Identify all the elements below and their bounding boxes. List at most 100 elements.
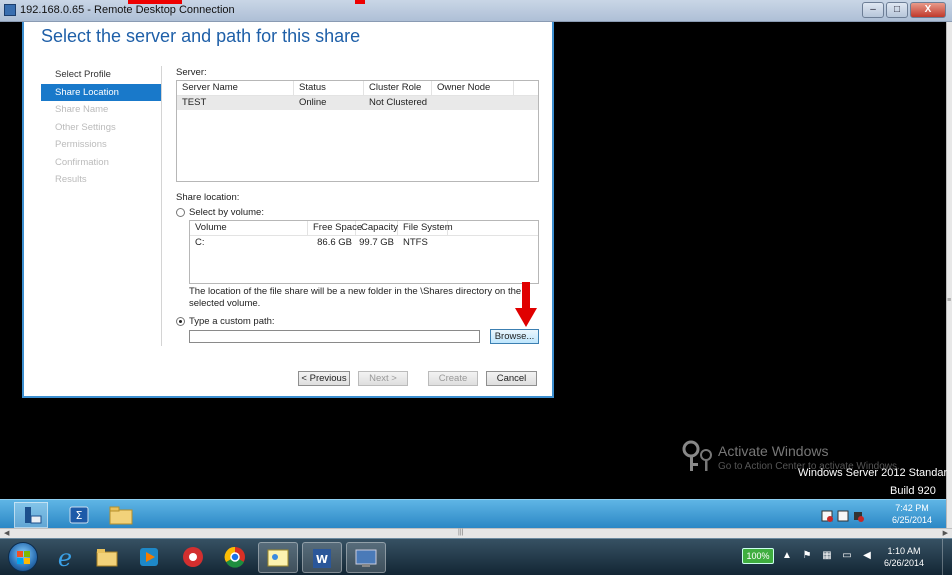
rdp-title-bar[interactable]: 192.168.0.65 - Remote Desktop Connection… (0, 0, 952, 22)
flag-icon[interactable]: ⚑ (800, 549, 814, 563)
remote-taskbar: Σ 7:42 PM 6/25/2014 (0, 499, 946, 529)
volume-note: The location of the file share will be a… (189, 286, 522, 309)
chrome-icon (224, 546, 245, 568)
tray-icons (821, 510, 864, 522)
table-row[interactable]: C: 86.6 GB 99.7 GB NTFS (190, 236, 538, 250)
nav-item-other-settings: Other Settings (55, 121, 116, 133)
remote-time: 7:42 PM (895, 503, 929, 513)
chrome-taskbar-button[interactable] (216, 542, 254, 573)
cell-file-system: NTFS (403, 237, 428, 248)
local-clock[interactable]: 1:10 AM 6/26/2014 (884, 545, 924, 569)
svg-text:W: W (316, 553, 328, 566)
scroll-left-icon[interactable]: ◀ (4, 529, 9, 537)
nav-item-share-location[interactable]: Share Location (41, 83, 162, 101)
remote-clock[interactable]: 7:42 PM 6/25/2014 (892, 502, 932, 526)
activation-watermark: Activate Windows Go to Action Center to … (680, 437, 950, 507)
activate-title: Activate Windows (718, 443, 829, 459)
column-header[interactable]: Volume (190, 221, 308, 235)
media-center-taskbar-button[interactable] (174, 542, 212, 573)
os-build: Build 920 (890, 485, 936, 497)
ie-taskbar-button[interactable]: e (46, 542, 84, 573)
show-desktop-button[interactable] (942, 539, 952, 575)
cell-owner-node (432, 96, 514, 110)
red-highlight-mark (128, 0, 182, 4)
column-header[interactable]: Cluster Role (364, 81, 432, 95)
column-header[interactable]: Owner Node (432, 81, 514, 95)
browse-button[interactable]: Browse... (490, 329, 539, 344)
local-tray: ▲ ⚑ ▦ ▭ ◀ (780, 549, 880, 563)
custom-path-label[interactable]: Type a custom path: (189, 316, 275, 327)
remote-date: 6/25/2014 (891, 515, 932, 525)
table-row[interactable]: TEST Online Not Clustered (177, 96, 538, 110)
paint-taskbar-button[interactable] (258, 542, 298, 573)
remote-desktop-icon (355, 549, 377, 567)
local-date: 6/26/2014 (884, 558, 925, 568)
next-button[interactable]: Next > (358, 371, 408, 386)
media-player-taskbar-button[interactable] (130, 542, 168, 573)
nav-item-permissions: Permissions (55, 139, 107, 150)
horizontal-scrollbar[interactable]: ◀ ||| ▶ (0, 528, 952, 538)
powershell-taskbar-button[interactable]: Σ (62, 502, 96, 528)
volume-icon[interactable]: ◀ (860, 549, 874, 563)
create-button[interactable]: Create (428, 371, 478, 386)
svg-text:Σ: Σ (76, 509, 83, 522)
rdp-window-title: 192.168.0.65 - Remote Desktop Connection (20, 4, 235, 16)
display-icon[interactable]: ▭ (840, 549, 854, 563)
server-table: Server Name Status Cluster Role Owner No… (176, 80, 539, 182)
record-icon (183, 547, 203, 567)
network-icon[interactable]: ▦ (820, 549, 834, 563)
cancel-button[interactable]: Cancel (486, 371, 537, 386)
scroll-grip-icon: ||| (458, 529, 464, 536)
new-share-wizard: Select the server and path for this shar… (22, 22, 554, 398)
cell-status: Online (299, 97, 327, 108)
column-header[interactable]: File System (398, 221, 453, 235)
paint-icon (267, 549, 289, 567)
column-header[interactable]: Status (294, 81, 364, 95)
word-taskbar-button[interactable]: W (302, 542, 342, 573)
folder-icon (96, 549, 118, 567)
rdp-app-icon (4, 4, 16, 16)
column-header[interactable]: Server Name (177, 81, 294, 95)
server-manager-taskbar-button[interactable] (14, 502, 48, 528)
server-manager-icon (25, 507, 42, 524)
remote-tray (816, 502, 876, 528)
file-explorer-taskbar-button[interactable] (104, 502, 138, 528)
cell-volume: C: (195, 237, 205, 248)
nav-item-share-name: Share Name (55, 104, 109, 115)
custom-path-radio[interactable] (176, 317, 185, 326)
close-button[interactable]: X (910, 2, 946, 18)
nav-divider (161, 66, 162, 346)
nav-item-select-profile[interactable]: Select Profile (41, 66, 162, 84)
nav-item-results: Results (55, 174, 87, 185)
tray-expand-icon[interactable]: ▲ (780, 549, 794, 563)
column-header[interactable]: Free Space (308, 221, 362, 235)
powershell-icon: Σ (69, 506, 89, 524)
maximize-button[interactable]: □ (886, 2, 908, 18)
local-time: 1:10 AM (887, 546, 921, 556)
key-icon (682, 440, 712, 471)
explorer-taskbar-button[interactable] (88, 542, 126, 573)
scroll-grip-icon: ≡ (947, 297, 952, 304)
os-edition: Windows Server 2012 Standar (798, 467, 948, 479)
remote-desktop-taskbar-button[interactable] (346, 542, 386, 573)
word-icon: W (313, 549, 331, 568)
custom-path-input[interactable] (189, 330, 480, 343)
battery-indicator[interactable]: 100% (742, 548, 774, 564)
page-title: Select the server and path for this shar… (41, 26, 361, 46)
select-by-volume-radio[interactable] (176, 208, 185, 217)
column-header[interactable]: Capacity (356, 221, 398, 235)
table-header: Server Name Status Cluster Role Owner No… (177, 81, 538, 96)
previous-button[interactable]: < Previous (298, 371, 350, 386)
table-header: Volume Free Space Capacity File System (190, 221, 538, 236)
minimize-button[interactable]: – (862, 2, 884, 18)
scroll-right-icon[interactable]: ▶ (943, 529, 948, 537)
red-highlight-mark (355, 0, 365, 4)
red-arrow-icon (515, 282, 537, 327)
start-button[interactable] (8, 542, 38, 572)
server-label: Server: (176, 67, 207, 78)
select-by-volume-label[interactable]: Select by volume: (189, 207, 264, 218)
folder-icon (109, 506, 133, 525)
internet-explorer-icon: e (58, 544, 72, 572)
svg-text:e: e (58, 544, 72, 572)
cell-capacity: 99.7 GB (359, 237, 394, 248)
